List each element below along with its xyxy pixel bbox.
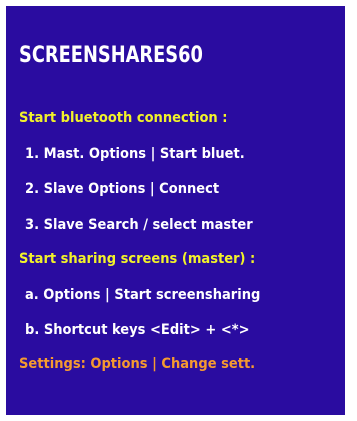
help-screen: SCREENSHARES60 Start bluetooth connectio…	[6, 6, 345, 415]
sharing-heading: Start sharing screens (master) :	[19, 251, 256, 267]
sharing-step-a: a. Options | Start screensharing	[25, 287, 261, 303]
bluetooth-step-2: 2. Slave Options | Connect	[25, 181, 220, 197]
settings-hint: Settings: Options | Change sett.	[19, 356, 256, 372]
app-title: SCREENSHARES60	[19, 43, 203, 68]
bluetooth-step-1: 1. Mast. Options | Start bluet.	[25, 146, 245, 162]
bluetooth-heading: Start bluetooth connection :	[19, 110, 228, 126]
sharing-step-b: b. Shortcut keys <Edit> + <*>	[25, 322, 250, 338]
bluetooth-step-3: 3. Slave Search / select master	[25, 217, 253, 233]
